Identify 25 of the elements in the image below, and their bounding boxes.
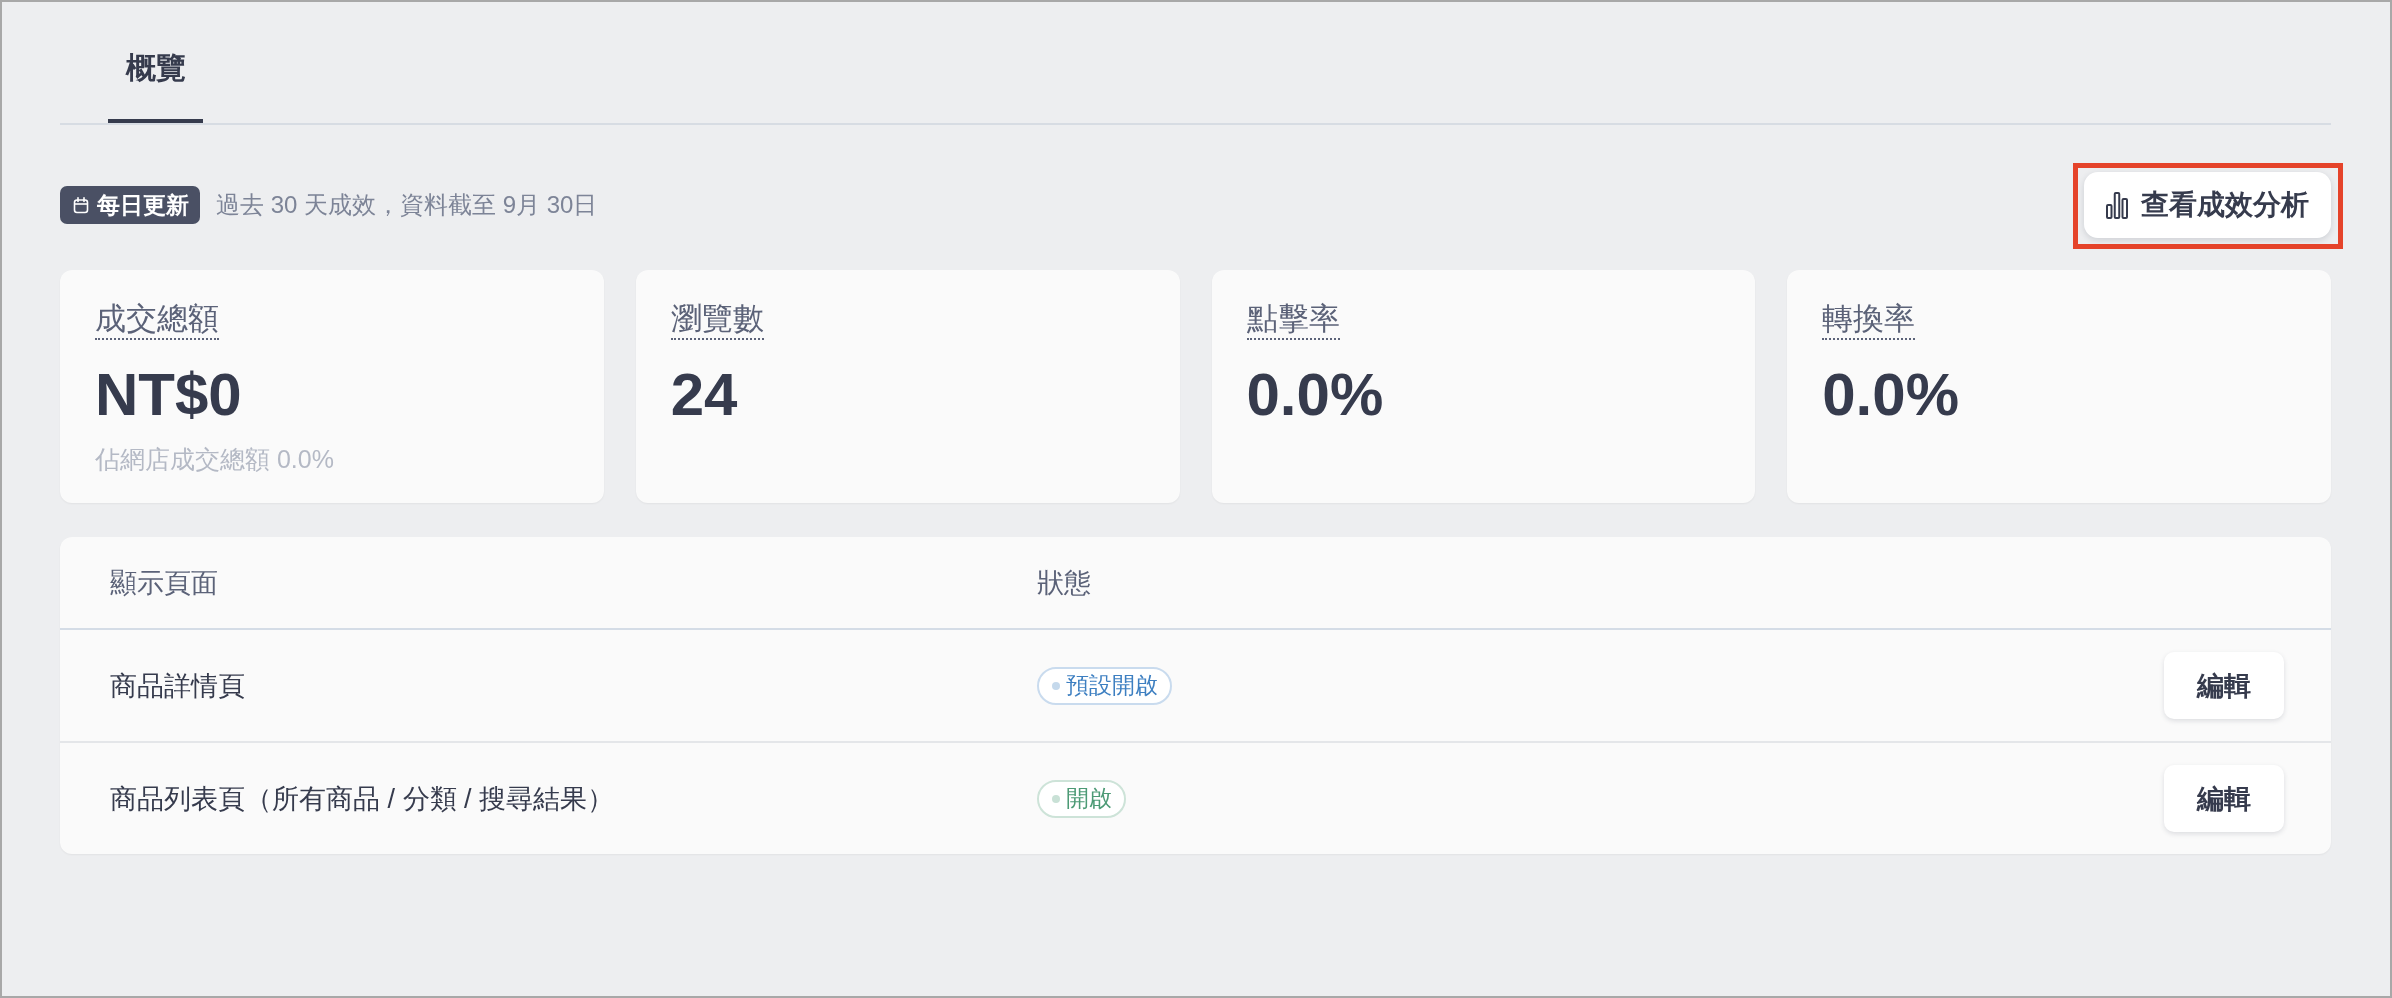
status-dot-icon xyxy=(1052,794,1060,803)
date-range-text: 過去 30 天成效，資料截至 9月 30日 xyxy=(216,190,598,220)
metric-note: 佔網店成交總額 0.0% xyxy=(95,444,334,475)
table-cell-text: 商品詳情頁 xyxy=(110,669,245,703)
column-header: 顯示頁面 xyxy=(110,566,218,600)
metric-label: 轉換率 xyxy=(1822,300,1916,340)
overview-tab[interactable]: 概覽 xyxy=(108,2,203,123)
status-label: 預設開啟 xyxy=(1066,671,1158,700)
edit-button[interactable]: 編輯 xyxy=(2164,765,2284,832)
metric-value: 0.0% xyxy=(1822,360,1959,430)
metric-label: 瀏覽數 xyxy=(670,300,764,340)
bar-chart-icon xyxy=(2106,191,2128,219)
metric-value: NT$0 xyxy=(95,360,242,430)
badge-label: 每日更新 xyxy=(97,190,189,220)
edit-button[interactable]: 編輯 xyxy=(2164,652,2284,719)
status-label: 開啟 xyxy=(1066,784,1112,813)
metric-value: 24 xyxy=(670,360,738,430)
status-dot-icon xyxy=(1052,681,1060,690)
performance-analysis-button[interactable]: 查看成效分析 xyxy=(2084,172,2331,238)
metric-label: 點擊率 xyxy=(1246,300,1340,340)
table-cell-text: 商品列表頁（所有商品 / 分類 / 搜尋結果） xyxy=(110,782,614,816)
metric-label: 成交總額 xyxy=(95,300,219,340)
calendar-icon xyxy=(73,196,89,214)
metric-value: 0.0% xyxy=(1246,360,1384,430)
column-header: 狀態 xyxy=(1037,566,1091,600)
